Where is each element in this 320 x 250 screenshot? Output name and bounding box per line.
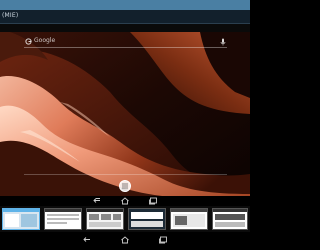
recent-app-thumbnail[interactable] (170, 208, 208, 230)
back-icon[interactable] (82, 236, 92, 244)
bottom-nav-bar (0, 232, 250, 250)
device-home-screen[interactable]: Google (0, 32, 250, 203)
host-title-text: (MIE) (2, 12, 19, 19)
recent-apps-strip (0, 206, 250, 232)
device-status-bar (0, 24, 250, 32)
recents-icon[interactable] (158, 236, 168, 244)
thumbnail-preview (3, 209, 39, 227)
google-g-icon (25, 38, 32, 45)
host-title-bar: (MIE) (0, 10, 250, 24)
back-icon[interactable] (92, 197, 102, 205)
recent-app-thumbnail[interactable] (212, 208, 248, 230)
all-apps-button[interactable] (119, 180, 131, 192)
thumbnail-preview (45, 209, 81, 224)
all-apps-icon (122, 183, 128, 189)
thumbnail-preview (213, 209, 247, 227)
recents-icon[interactable] (148, 197, 158, 205)
home-icon[interactable] (120, 236, 130, 244)
host-top-bar (0, 0, 250, 10)
emulator-screen: (MIE) Google (0, 0, 250, 250)
thumbnail-preview (171, 209, 207, 227)
wallpaper-image (0, 32, 250, 203)
google-search-bar[interactable]: Google (24, 37, 227, 48)
recent-app-thumbnail[interactable] (2, 208, 40, 230)
recent-app-thumbnail[interactable] (128, 208, 166, 230)
recent-app-thumbnail[interactable] (44, 208, 82, 230)
thumbnail-preview (129, 209, 165, 229)
thumbnail-preview (87, 209, 123, 227)
home-icon[interactable] (120, 197, 130, 205)
search-placeholder: Google (34, 37, 56, 44)
device-nav-bar (0, 196, 250, 206)
hotseat-divider (24, 174, 227, 175)
recent-app-thumbnail[interactable] (86, 208, 124, 230)
mic-icon[interactable] (220, 38, 226, 46)
